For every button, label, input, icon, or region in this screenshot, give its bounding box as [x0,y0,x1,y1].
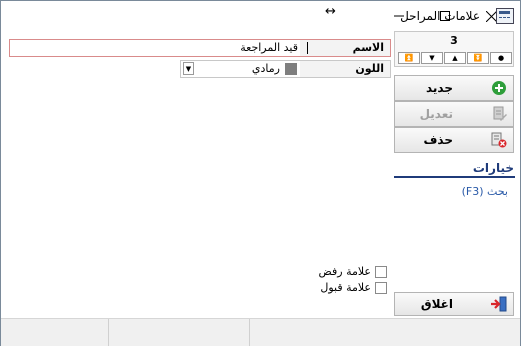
delete-icon [491,132,507,148]
accept-mark-checkbox[interactable] [375,282,387,294]
record-navigator: 3 ⏫ ▼ ▲ ⏬ ● [394,31,514,67]
options-title: خيارات [472,161,514,175]
reject-mark-checkbox-row[interactable]: علامة رفض [301,265,389,279]
new-button[interactable]: جديد [394,75,514,101]
exit-door-icon [491,296,507,312]
color-select[interactable]: رمادي [252,61,280,77]
status-bar [1,318,520,346]
nav-prev-button[interactable]: ▼ [421,52,443,64]
record-count: 3 [450,34,458,47]
current-record-icon: ● [497,53,505,62]
edit-button[interactable]: تعديل [394,101,514,127]
chevron-down-icon: ▼ [429,53,435,62]
close-button-label: اغلاق [420,297,453,311]
new-button-label: جديد [425,81,453,95]
delete-button[interactable]: حذف [394,127,514,153]
first-record-icon: ⏫ [404,53,414,62]
last-record-icon: ⏬ [473,53,483,62]
chevron-down-icon: ▼ [185,64,192,73]
app-icon [496,8,514,24]
window-title: علامات المراحل [400,9,480,23]
status-cell [109,319,250,346]
title-bar[interactable]: ↔ علامات المراحل [1,1,520,31]
text-caret [307,42,308,54]
nav-last-button[interactable]: ⏬ [467,52,489,64]
status-cell [1,319,109,346]
reject-mark-label: علامة رفض [318,265,371,278]
name-field-row: الاسم قيد المراجعة [9,39,391,57]
chevron-up-icon: ▲ [452,53,458,62]
name-label: الاسم [300,40,390,56]
color-dropdown-button[interactable]: ▼ [183,62,194,75]
add-icon [492,81,506,95]
edit-button-label: تعديل [419,107,453,121]
reject-mark-checkbox[interactable] [375,266,387,278]
nav-first-button[interactable]: ⏫ [398,52,420,64]
color-field-row[interactable]: اللون رمادي ▼ [180,60,391,78]
close-icon [485,10,497,22]
accept-mark-checkbox-row[interactable]: علامة قبول [301,281,389,295]
window: ↔ علامات المراحل 3 ⏫ ▼ ▲ ⏬ ● جديد تعديل … [0,0,521,346]
resize-arrow-icon: ↔ [325,4,336,19]
accept-mark-label: علامة قبول [320,281,371,294]
name-input[interactable]: قيد المراجعة [240,40,298,56]
nav-next-button[interactable]: ▲ [444,52,466,64]
color-label: اللون [300,61,390,77]
options-divider [394,176,515,178]
delete-button-label: حذف [423,133,453,147]
color-swatch [285,63,297,75]
nav-current-button[interactable]: ● [490,52,512,64]
search-link[interactable]: بحث (F3) [394,185,508,198]
edit-icon [493,106,507,121]
close-button[interactable]: اغلاق [394,292,514,316]
